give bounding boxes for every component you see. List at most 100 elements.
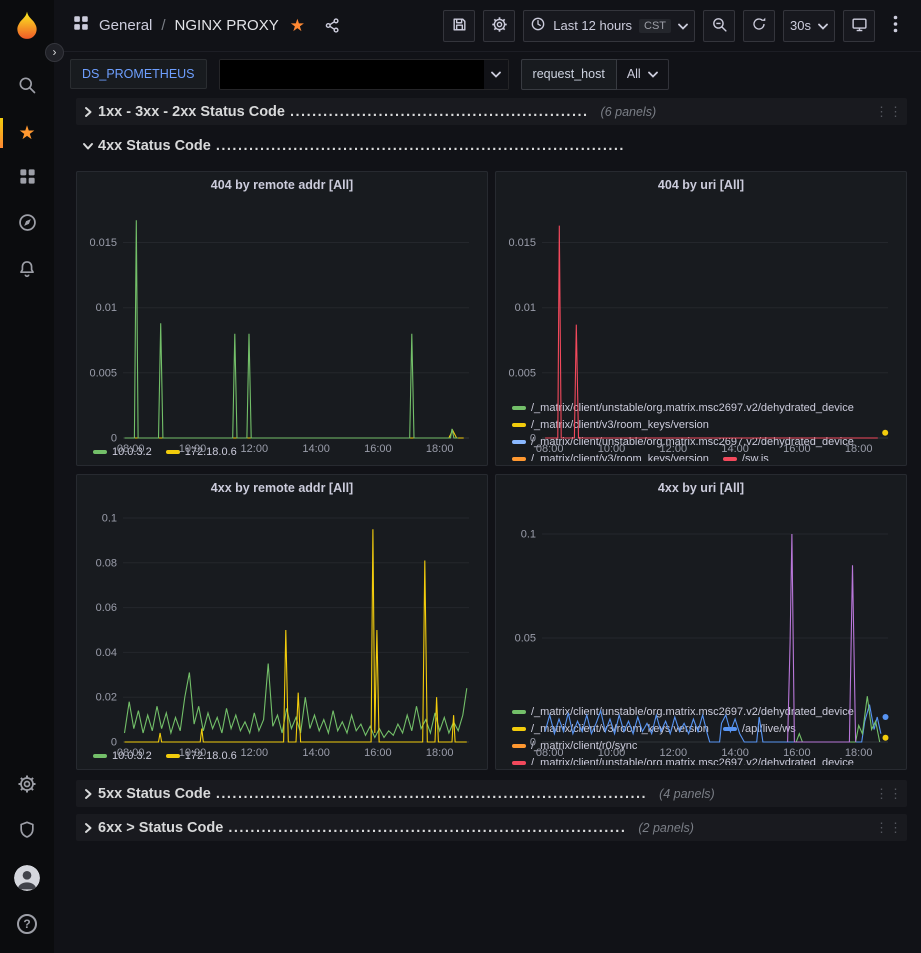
share-icon[interactable] (324, 17, 341, 34)
panel-title[interactable]: 404 by uri [All] (504, 172, 898, 198)
compass-icon (17, 212, 38, 238)
row-title-dots: ........................................… (216, 786, 647, 802)
gear-icon (17, 774, 37, 799)
panel-4xx-by-uri: 4xx by uri [All] 00.050.108:0010:0012:00… (495, 474, 907, 770)
panel-title[interactable]: 4xx by uri [All] (504, 475, 898, 501)
svg-text:0.015: 0.015 (508, 237, 536, 249)
svg-text:0.1: 0.1 (102, 513, 117, 525)
chevron-right-icon: › (53, 45, 57, 59)
breadcrumb-separator: / (161, 17, 165, 34)
svg-text:12:00: 12:00 (660, 443, 688, 455)
chevron-down-icon (78, 139, 98, 153)
svg-text:10:00: 10:00 (179, 443, 207, 455)
svg-text:0.005: 0.005 (89, 367, 117, 379)
row-header-6xx[interactable]: 6xx > Status Code ......................… (76, 814, 907, 841)
row-title: 6xx > Status Code (98, 820, 223, 836)
svg-text:10:00: 10:00 (598, 443, 626, 455)
sidebar-item-profile[interactable] (0, 855, 54, 901)
apps-grid-icon (18, 167, 37, 191)
chevron-down-icon (678, 18, 688, 33)
zoom-out-icon (711, 16, 728, 36)
refresh-interval-picker[interactable]: 30s (783, 10, 835, 42)
tv-mode-button[interactable] (843, 10, 875, 42)
breadcrumb-section[interactable]: General (99, 17, 152, 34)
series-color-swatch (512, 457, 526, 461)
star-icon: ★ (18, 124, 35, 143)
svg-text:14:00: 14:00 (721, 747, 749, 759)
chart-404-by-uri[interactable]: 00.0050.010.01508:0010:0012:0014:0016:00… (504, 198, 898, 397)
series-color-swatch (512, 761, 526, 765)
request-host-dropdown[interactable]: All (617, 59, 669, 90)
favorite-star-icon[interactable]: ★ (290, 17, 305, 34)
svg-text:18:00: 18:00 (426, 747, 454, 759)
svg-text:12:00: 12:00 (241, 443, 269, 455)
chart-4xx-by-uri[interactable]: 00.050.108:0010:0012:0014:0016:0018:00 (504, 501, 898, 701)
refresh-button[interactable] (743, 10, 775, 42)
sidebar-item-alerting[interactable] (0, 248, 54, 294)
chart-4xx-by-remote-addr[interactable]: 00.020.040.060.080.108:0010:0012:0014:00… (85, 501, 479, 745)
breadcrumb: General / NGINX PROXY ★ (72, 14, 341, 37)
svg-text:14:00: 14:00 (721, 443, 749, 455)
svg-text:08:00: 08:00 (536, 747, 564, 759)
dashboard-title[interactable]: NGINX PROXY (175, 17, 279, 34)
svg-text:10:00: 10:00 (598, 747, 626, 759)
sidebar-item-explore[interactable] (0, 202, 54, 248)
sidebar-item-dashboards[interactable] (0, 156, 54, 202)
avatar (14, 865, 40, 891)
svg-text:18:00: 18:00 (845, 747, 873, 759)
row-header-1xx-3xx-2xx[interactable]: 1xx - 3xx - 2xx Status Code ............… (76, 98, 907, 125)
panel-404-by-uri: 404 by uri [All] 00.0050.010.01508:0010:… (495, 171, 907, 466)
svg-text:18:00: 18:00 (845, 443, 873, 455)
sidebar-item-starred[interactable]: ★ (0, 110, 54, 156)
save-icon (451, 16, 468, 36)
variables-bar: DS_PROMETHEUS request_host All (54, 52, 921, 96)
svg-text:0.05: 0.05 (515, 633, 536, 645)
help-icon: ? (17, 914, 37, 934)
row-title: 5xx Status Code (98, 786, 211, 802)
time-range-picker[interactable]: Last 12 hours CST (523, 10, 695, 42)
row-drag-handle[interactable]: ⋮⋮ (875, 787, 903, 800)
grafana-logo-icon[interactable] (12, 10, 42, 40)
svg-text:16:00: 16:00 (364, 443, 392, 455)
svg-text:08:00: 08:00 (536, 443, 564, 455)
svg-text:0.06: 0.06 (96, 602, 117, 614)
chevron-right-icon (78, 787, 98, 801)
chart-404-by-remote-addr[interactable]: 00.0050.010.01508:0010:0012:0014:0016:00… (85, 198, 479, 441)
sidebar-item-search[interactable] (0, 64, 54, 110)
row-drag-handle[interactable]: ⋮⋮ (875, 105, 903, 118)
more-options-button[interactable] (883, 10, 907, 42)
chevron-right-icon (78, 821, 98, 835)
row-header-5xx[interactable]: 5xx Status Code ........................… (76, 780, 907, 807)
panel-4xx-by-remote-addr: 4xx by remote addr [All] 00.020.040.060.… (76, 474, 488, 770)
sidebar-item-help[interactable]: ? (0, 901, 54, 947)
datasource-variable-link[interactable]: DS_PROMETHEUS (70, 59, 207, 89)
zoom-out-button[interactable] (703, 10, 735, 42)
topbar: General / NGINX PROXY ★ (54, 0, 921, 52)
svg-text:0.01: 0.01 (96, 302, 117, 314)
row-title: 4xx Status Code (98, 138, 211, 154)
sidebar-item-server-admin[interactable] (0, 809, 54, 855)
row-drag-handle[interactable]: ⋮⋮ (875, 821, 903, 834)
svg-text:0.005: 0.005 (508, 367, 536, 379)
datasource-value-dropdown[interactable] (219, 59, 509, 90)
svg-text:0.015: 0.015 (89, 237, 117, 249)
sidebar-item-configuration[interactable] (0, 763, 54, 809)
row-panel-count: (6 panels) (601, 105, 657, 119)
monitor-icon (851, 16, 868, 36)
panel-title[interactable]: 404 by remote addr [All] (85, 172, 479, 198)
svg-text:08:00: 08:00 (117, 747, 145, 759)
panel-title[interactable]: 4xx by remote addr [All] (85, 475, 479, 501)
panel-grid: 404 by remote addr [All] 00.0050.010.015… (76, 171, 907, 770)
svg-text:0.1: 0.1 (521, 529, 536, 541)
sidebar-expand-button[interactable]: › (45, 43, 64, 62)
svg-text:14:00: 14:00 (302, 747, 330, 759)
row-header-4xx[interactable]: 4xx Status Code ........................… (76, 132, 907, 159)
request-host-value: All (627, 67, 641, 81)
row-panel-count: (4 panels) (659, 787, 715, 801)
save-dashboard-button[interactable] (443, 10, 475, 42)
chevron-down-icon (818, 18, 828, 33)
svg-text:0.02: 0.02 (96, 692, 117, 704)
svg-text:16:00: 16:00 (783, 443, 811, 455)
dashboard-settings-button[interactable] (483, 10, 515, 42)
shield-icon (17, 820, 37, 845)
